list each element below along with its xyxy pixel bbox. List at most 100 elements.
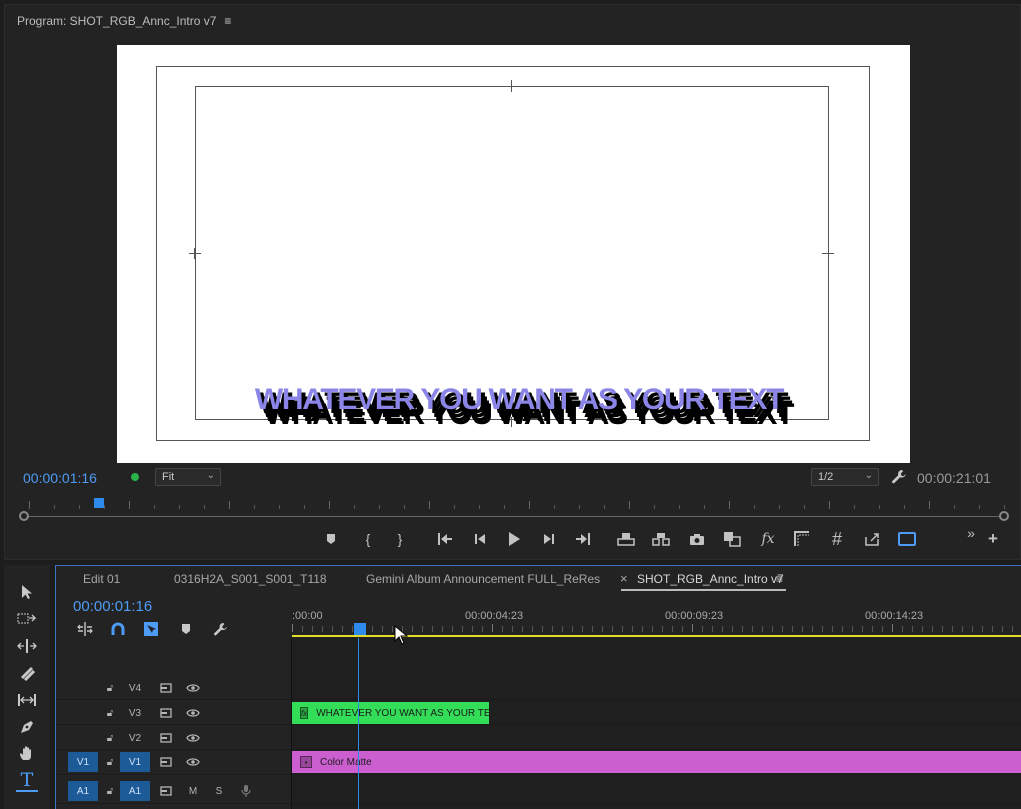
- sync-lock-icon[interactable]: [156, 680, 176, 696]
- chevron-down-icon: ⌄: [864, 470, 873, 481]
- lock-icon[interactable]: 🔓︎: [100, 730, 120, 746]
- track-lane-v3[interactable]: fx WHATEVER YOU WANT AS YOUR TEXT: [292, 701, 1021, 725]
- ruler-tick: [179, 505, 180, 509]
- ruler-tick: [842, 626, 843, 632]
- ruler-tick: [979, 505, 980, 509]
- tab-close-icon[interactable]: ×: [620, 571, 628, 586]
- track-body[interactable]: fx WHATEVER YOU WANT AS YOUR TEXT ▪ Colo…: [292, 638, 1021, 809]
- lock-icon[interactable]: 🔓︎: [100, 754, 120, 770]
- source-patch-v1[interactable]: V1: [68, 752, 98, 772]
- track-target-v1[interactable]: V1: [120, 752, 150, 772]
- step-forward-icon[interactable]: [537, 527, 561, 551]
- ruler-end-handle[interactable]: [999, 511, 1009, 521]
- type-tool-icon[interactable]: T: [16, 769, 38, 792]
- wrench-icon[interactable]: [211, 620, 229, 638]
- add-marker-icon[interactable]: [319, 527, 343, 551]
- grid-icon[interactable]: #: [825, 527, 849, 551]
- color-matte-clip[interactable]: ▪ Color Matte: [292, 751, 1021, 773]
- monitor-playhead[interactable]: [94, 498, 104, 508]
- mark-in-icon[interactable]: {: [356, 527, 380, 551]
- zoom-level-select[interactable]: Fit ⌄: [155, 468, 221, 486]
- hamburger-menu-icon[interactable]: ≡: [224, 14, 231, 28]
- lift-icon[interactable]: [614, 527, 638, 551]
- track-target-a1[interactable]: A1: [120, 781, 150, 801]
- tab-0316h2a[interactable]: 0316H2A_S001_S001_T118: [174, 572, 327, 586]
- hamburger-menu-icon[interactable]: ≡: [776, 572, 783, 586]
- camera-icon[interactable]: [685, 527, 709, 551]
- track-target-v4[interactable]: V4: [120, 678, 150, 698]
- ruler-tick: [804, 505, 805, 509]
- timeline-playhead-handle[interactable]: [354, 623, 366, 635]
- hand-tool-icon[interactable]: [16, 743, 38, 765]
- ruler-tick: [854, 505, 855, 509]
- mic-icon[interactable]: [236, 783, 256, 799]
- add-marker-icon[interactable]: [177, 620, 195, 638]
- ruler-tick: [654, 505, 655, 509]
- add-button-icon[interactable]: +: [981, 527, 1005, 551]
- comparison-view-icon[interactable]: [720, 527, 744, 551]
- title-safe-margin: [195, 86, 829, 420]
- ruler-tick: [292, 624, 293, 632]
- proxy-icon[interactable]: [860, 527, 884, 551]
- safe-margins-icon[interactable]: [790, 527, 814, 551]
- ruler-tick: [992, 626, 993, 632]
- video-preview[interactable]: WHATEVER YOU WANT AS YOUR TEXT: [117, 45, 910, 463]
- ruler-tick: [802, 626, 803, 632]
- selection-tool-icon[interactable]: [16, 581, 38, 603]
- lock-icon[interactable]: 🔓︎: [100, 680, 120, 696]
- track-lane-a1[interactable]: [292, 779, 1021, 804]
- monitor-time-ruler[interactable]: [19, 495, 1009, 525]
- text-clip[interactable]: fx WHATEVER YOU WANT AS YOUR TEXT: [292, 702, 489, 724]
- nest-icon[interactable]: [76, 620, 94, 638]
- eye-icon[interactable]: [183, 730, 203, 746]
- mark-out-icon[interactable]: }: [388, 527, 412, 551]
- go-to-in-icon[interactable]: [433, 527, 457, 551]
- tab-edit-01[interactable]: Edit 01: [83, 572, 120, 586]
- go-to-out-icon[interactable]: [571, 527, 595, 551]
- track-select-tool-icon[interactable]: [16, 608, 38, 630]
- ruler-label-1: 00:00:04:23: [465, 610, 524, 622]
- pen-tool-icon[interactable]: [16, 716, 38, 738]
- ruler-tick: [604, 505, 605, 509]
- extract-icon[interactable]: [649, 527, 673, 551]
- timeline-timecode[interactable]: 00:00:01:16: [73, 598, 152, 615]
- snap-magnet-icon[interactable]: [109, 620, 127, 638]
- fx-icon[interactable]: fx: [756, 527, 780, 551]
- solo-button[interactable]: S: [209, 783, 229, 799]
- tab-gemini-album[interactable]: Gemini Album Announcement FULL_ReRes: [366, 572, 600, 586]
- slip-tool-icon[interactable]: [16, 689, 38, 711]
- eye-icon[interactable]: [183, 705, 203, 721]
- wrench-icon[interactable]: [891, 469, 907, 485]
- eye-icon[interactable]: [183, 680, 203, 696]
- sync-lock-icon[interactable]: [156, 783, 176, 799]
- playhead-timecode[interactable]: 00:00:01:16: [23, 470, 97, 486]
- lock-icon[interactable]: 🔓︎: [100, 783, 120, 799]
- lock-icon[interactable]: 🔓︎: [100, 705, 120, 721]
- track-target-v2[interactable]: V2: [120, 728, 150, 748]
- step-back-icon[interactable]: [468, 527, 492, 551]
- tab-shot-rgb[interactable]: SHOT_RGB_Annc_Intro v7: [637, 572, 784, 586]
- mute-button[interactable]: M: [183, 783, 203, 799]
- title-overlay-text[interactable]: WHATEVER YOU WANT AS YOUR TEXT: [219, 383, 819, 417]
- track-lane-v4[interactable]: [292, 676, 1021, 700]
- sync-lock-icon[interactable]: [156, 705, 176, 721]
- razor-tool-icon[interactable]: [16, 662, 38, 684]
- vr-video-icon[interactable]: [895, 527, 919, 551]
- linked-selection-icon[interactable]: [142, 620, 160, 638]
- overflow-icon[interactable]: »: [959, 521, 983, 545]
- ruler-tick: [529, 501, 530, 509]
- track-lane-v2[interactable]: [292, 726, 1021, 750]
- eye-icon[interactable]: [183, 754, 203, 770]
- timeline-playhead-line[interactable]: [358, 638, 359, 809]
- ruler-start-handle[interactable]: [19, 511, 29, 521]
- track-header-v4: 🔓︎ V4: [56, 676, 291, 700]
- sync-lock-icon[interactable]: [156, 730, 176, 746]
- sync-lock-icon[interactable]: [156, 754, 176, 770]
- monitor-title[interactable]: Program: SHOT_RGB_Annc_Intro v7: [17, 14, 216, 28]
- track-lane-v1[interactable]: ▪ Color Matte: [292, 750, 1021, 775]
- source-patch-a1[interactable]: A1: [68, 781, 98, 801]
- track-target-v3[interactable]: V3: [120, 703, 150, 723]
- play-icon[interactable]: [502, 527, 526, 551]
- ripple-edit-tool-icon[interactable]: [16, 635, 38, 657]
- playback-resolution-select[interactable]: 1/2 ⌄: [811, 468, 879, 486]
